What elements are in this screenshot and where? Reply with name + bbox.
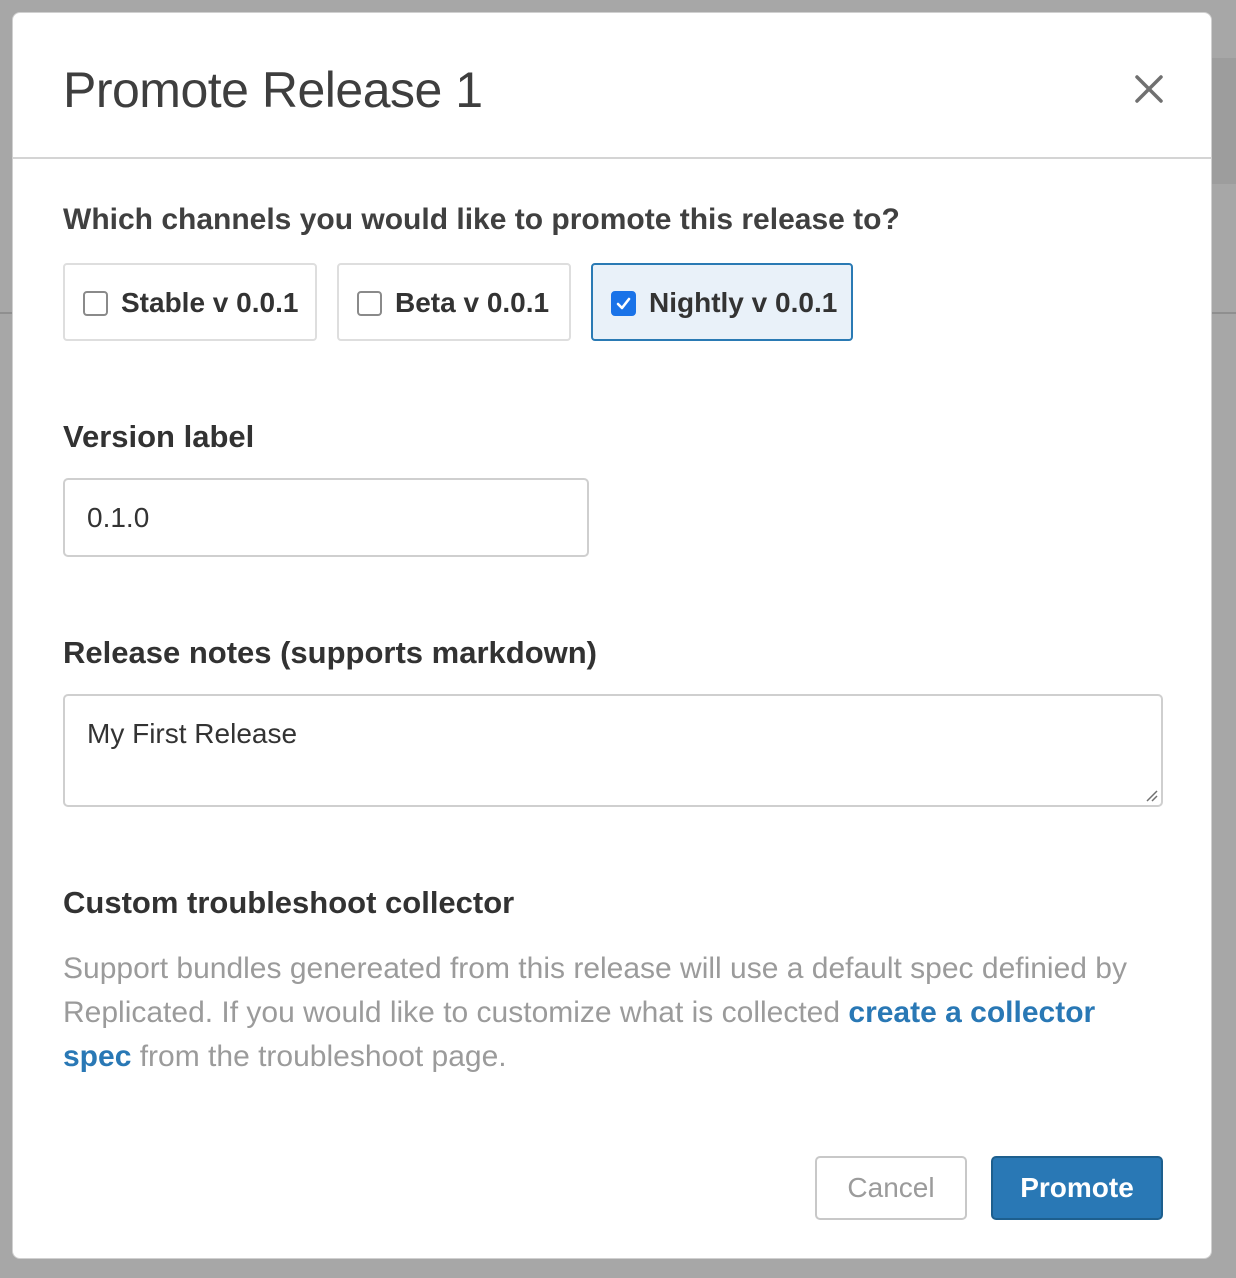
background-divider-left [0, 312, 12, 314]
channel-checkbox-beta[interactable] [357, 291, 382, 316]
modal-title: Promote Release 1 [63, 62, 483, 118]
channel-option-stable[interactable]: Stable v 0.0.1 [63, 263, 317, 341]
modal-header: Promote Release 1 [13, 13, 1211, 159]
release-notes-value: My First Release [87, 718, 298, 749]
collector-description: Support bundles genereated from this rel… [63, 947, 1143, 1079]
background-page-header [1212, 58, 1236, 184]
channel-checkbox-nightly[interactable] [611, 291, 636, 316]
channel-label-stable: Stable v 0.0.1 [121, 287, 299, 318]
check-icon [616, 297, 631, 310]
channels-question: Which channels you would like to promote… [63, 203, 900, 236]
version-input[interactable]: 0.1.0 [63, 478, 589, 557]
channel-checkbox-stable[interactable] [83, 291, 108, 316]
collector-heading: Custom troubleshoot collector [63, 885, 515, 920]
promote-button[interactable]: Promote [991, 1156, 1163, 1220]
cancel-button[interactable]: Cancel [815, 1156, 967, 1220]
close-icon [1135, 75, 1163, 103]
channel-option-beta[interactable]: Beta v 0.0.1 [337, 263, 571, 341]
version-label: Version label [63, 419, 255, 454]
collector-text-after: from the troubleshoot page. [131, 1040, 507, 1073]
close-button[interactable] [1129, 69, 1169, 109]
channel-option-nightly[interactable]: Nightly v 0.0.1 [591, 263, 853, 341]
channel-label-beta: Beta v 0.0.1 [395, 287, 550, 318]
release-notes-textarea[interactable]: My First Release [63, 694, 1163, 807]
release-notes-label: Release notes (supports markdown) [63, 635, 598, 670]
resize-grip-icon[interactable] [1143, 787, 1159, 803]
background-divider [1212, 312, 1236, 314]
promote-release-modal: Promote Release 1 Which channels you wou… [12, 12, 1212, 1259]
channel-label-nightly: Nightly v 0.0.1 [649, 287, 838, 318]
